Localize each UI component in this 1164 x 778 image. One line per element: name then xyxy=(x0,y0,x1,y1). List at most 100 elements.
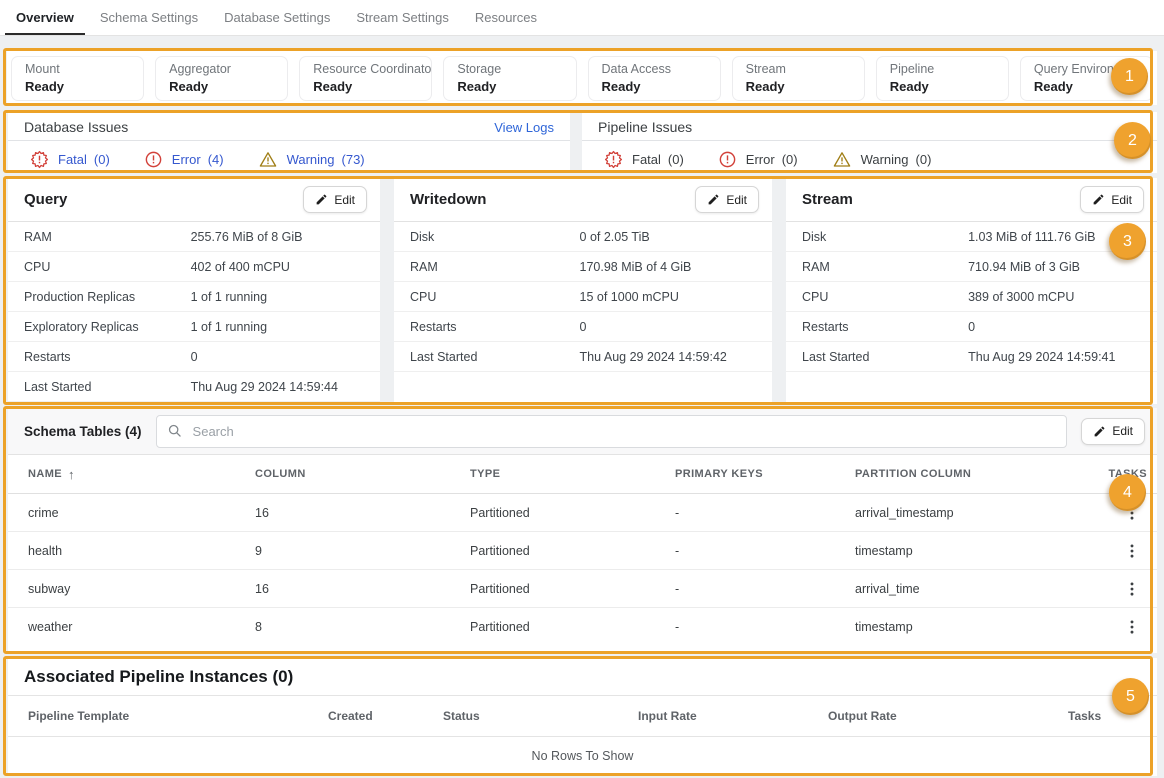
stat-label: CPU xyxy=(802,290,968,304)
stat-value: 255.76 MiB of 8 GiB xyxy=(191,230,303,244)
table-row-health[interactable]: health 9 Partitioned - timestamp xyxy=(8,532,1157,570)
cell-column: 16 xyxy=(255,582,470,596)
database-error-link[interactable]: Error (4) xyxy=(144,150,224,169)
edit-button-label: Edit xyxy=(1111,193,1132,207)
stat-row: Exploratory Replicas1 of 1 running xyxy=(8,312,380,342)
stat-value: 1 of 1 running xyxy=(191,320,267,334)
issue-label: Fatal xyxy=(58,152,87,167)
database-warning-link[interactable]: Warning (73) xyxy=(258,150,365,169)
query-edit-button[interactable]: Edit xyxy=(303,186,367,213)
issue-label: Warning xyxy=(287,152,335,167)
status-card-data-access: Data Access Ready xyxy=(588,56,721,101)
column-header-input-rate[interactable]: Input Rate xyxy=(638,709,828,723)
column-header-name[interactable]: NAME ↑ xyxy=(28,467,255,482)
pipeline-issue-counts: Fatal (0) Error (0) Warning (0) xyxy=(582,141,1157,169)
status-card-mount: Mount Ready xyxy=(11,56,144,101)
row-tasks-menu-button[interactable] xyxy=(1123,580,1157,598)
column-header-pipeline-template[interactable]: Pipeline Template xyxy=(28,709,328,723)
stat-label: Disk xyxy=(410,230,580,244)
writedown-edit-button[interactable]: Edit xyxy=(695,186,759,213)
column-header-partition-column[interactable]: PARTITION COLUMN xyxy=(855,468,1105,480)
schema-table-header: NAME ↑ COLUMN TYPE PRIMARY KEYS PARTITIO… xyxy=(8,455,1157,494)
pencil-icon xyxy=(707,193,720,206)
issue-count: (0) xyxy=(782,152,798,167)
tab-overview[interactable]: Overview xyxy=(3,0,87,35)
stat-row: Last StartedThu Aug 29 2024 14:59:41 xyxy=(786,342,1157,372)
tab-stream-settings[interactable]: Stream Settings xyxy=(343,0,462,35)
stat-label: Production Replicas xyxy=(24,290,191,304)
stream-card: Stream Edit Disk1.03 MiB of 111.76 GiB R… xyxy=(786,178,1157,404)
row-tasks-menu-button[interactable] xyxy=(1123,504,1157,522)
kebab-icon xyxy=(1123,618,1141,636)
stat-row: Restarts0 xyxy=(8,342,380,372)
writedown-card-title: Writedown xyxy=(410,191,486,208)
status-card-pipeline: Pipeline Ready xyxy=(876,56,1009,101)
status-card-storage: Storage Ready xyxy=(443,56,576,101)
search-input[interactable] xyxy=(191,423,1067,440)
stat-row: RAM710.94 MiB of 3 GiB xyxy=(786,252,1157,282)
cell-type: Partitioned xyxy=(470,620,675,634)
pipeline-fatal-count: Fatal (0) xyxy=(604,150,684,169)
stat-label: Disk xyxy=(802,230,968,244)
status-value: Ready xyxy=(313,79,427,94)
query-card-header: Query Edit xyxy=(8,178,380,222)
stat-value: 0 of 2.05 TiB xyxy=(580,230,650,244)
database-fatal-link[interactable]: Fatal (0) xyxy=(30,150,110,169)
row-tasks-menu-button[interactable] xyxy=(1123,542,1157,560)
cell-type: Partitioned xyxy=(470,544,675,558)
stat-label: Exploratory Replicas xyxy=(24,320,191,334)
schema-tables-section: Schema Tables (4) Edit NAME ↑ COLUMN TYP… xyxy=(8,408,1157,653)
column-header-output-rate[interactable]: Output Rate xyxy=(828,709,1068,723)
cell-column: 9 xyxy=(255,544,470,558)
stat-row: CPU389 of 3000 mCPU xyxy=(786,282,1157,312)
stat-value: Thu Aug 29 2024 14:59:42 xyxy=(580,350,727,364)
column-header-created[interactable]: Created xyxy=(328,709,443,723)
kebab-icon xyxy=(1123,504,1141,522)
column-header-status[interactable]: Status xyxy=(443,709,638,723)
cell-type: Partitioned xyxy=(470,582,675,596)
pipeline-issues-header: Pipeline Issues xyxy=(582,112,1157,141)
column-header-column[interactable]: COLUMN xyxy=(255,468,470,480)
fatal-icon xyxy=(604,150,623,169)
tab-bar: Overview Schema Settings Database Settin… xyxy=(0,0,1164,36)
row-tasks-menu-button[interactable] xyxy=(1123,618,1157,636)
tab-database-settings[interactable]: Database Settings xyxy=(211,0,343,35)
status-value: Ready xyxy=(169,79,283,94)
tab-schema-settings[interactable]: Schema Settings xyxy=(87,0,211,35)
stat-value: 0 xyxy=(580,320,587,334)
view-logs-link[interactable]: View Logs xyxy=(494,120,554,135)
status-value: Ready xyxy=(25,79,139,94)
status-label: Pipeline xyxy=(890,62,1004,76)
table-row-subway[interactable]: subway 16 Partitioned - arrival_time xyxy=(8,570,1157,608)
pipeline-issues-title: Pipeline Issues xyxy=(598,119,692,135)
stat-row: Disk0 of 2.05 TiB xyxy=(394,222,772,252)
column-header-primary-keys[interactable]: PRIMARY KEYS xyxy=(675,468,855,480)
table-row-weather[interactable]: weather 8 Partitioned - timestamp xyxy=(8,608,1157,646)
column-header-tasks[interactable]: TASKS xyxy=(1109,468,1157,480)
cell-primary-keys: - xyxy=(675,544,855,558)
status-label: Query Environment xyxy=(1034,62,1148,76)
schema-edit-button[interactable]: Edit xyxy=(1081,418,1145,445)
table-row-crime[interactable]: crime 16 Partitioned - arrival_timestamp xyxy=(8,494,1157,532)
stat-label: Restarts xyxy=(410,320,580,334)
schema-tables-title: Schema Tables (4) xyxy=(24,424,142,439)
column-header-tasks[interactable]: Tasks xyxy=(1068,709,1157,723)
pencil-icon xyxy=(1093,425,1106,438)
fatal-icon xyxy=(30,150,49,169)
writedown-card-header: Writedown Edit xyxy=(394,178,772,222)
writedown-card: Writedown Edit Disk0 of 2.05 TiB RAM170.… xyxy=(394,178,772,404)
pipeline-instances-section: Associated Pipeline Instances (0) Pipeli… xyxy=(8,658,1157,776)
stream-edit-button[interactable]: Edit xyxy=(1080,186,1144,213)
schema-tables-toolbar: Schema Tables (4) Edit xyxy=(8,408,1157,455)
status-card-aggregator: Aggregator Ready xyxy=(155,56,288,101)
status-card-resource-coordinator: Resource Coordinator Ready xyxy=(299,56,432,101)
column-header-type[interactable]: TYPE xyxy=(470,468,675,480)
database-issues-title: Database Issues xyxy=(24,119,128,135)
cell-partition-column: timestamp xyxy=(855,620,1105,634)
cell-partition-column: timestamp xyxy=(855,544,1105,558)
tab-resources[interactable]: Resources xyxy=(462,0,550,35)
pencil-icon xyxy=(315,193,328,206)
pipeline-instances-title: Associated Pipeline Instances (0) xyxy=(8,658,1157,696)
cell-primary-keys: - xyxy=(675,506,855,520)
stream-card-header: Stream Edit xyxy=(786,178,1157,222)
